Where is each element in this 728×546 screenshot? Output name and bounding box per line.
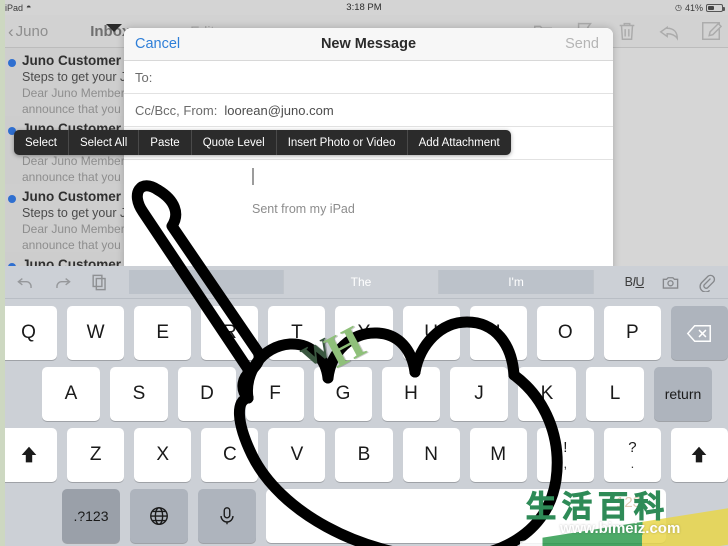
watermark-url: www.bimeiz.com [560, 520, 681, 537]
paperclip-icon[interactable] [697, 273, 716, 292]
keyboard-row-1: Q W E R T Y U I O P [0, 306, 728, 360]
menu-item-add-attachment[interactable]: Add Attachment [408, 130, 511, 155]
key-D[interactable]: D [178, 367, 236, 421]
key-V[interactable]: V [268, 428, 326, 482]
reply-icon[interactable] [658, 20, 680, 42]
key-question-label: ? [628, 439, 637, 456]
send-button[interactable]: Send [565, 36, 599, 52]
prediction-slot-3[interactable]: I'm [439, 270, 594, 294]
key-B[interactable]: B [335, 428, 393, 482]
compose-icon[interactable] [700, 20, 722, 42]
globe-icon[interactable] [130, 489, 188, 543]
shift-icon[interactable] [0, 428, 58, 482]
key-I[interactable]: I [469, 306, 527, 360]
key-period-label: . [630, 456, 635, 471]
status-bar: iPad ◓ 3:18 PM ◷ 41% [0, 0, 728, 15]
microphone-icon[interactable] [198, 489, 256, 543]
compose-title: New Message [320, 36, 417, 52]
keyboard-row-3: Z X C V B N M ! , ? . [0, 428, 728, 482]
predictive-text-bar: The I'm [129, 270, 594, 294]
key-comma-label: , [563, 456, 568, 471]
ccbcc-label: Cc/Bcc, From: [135, 102, 218, 118]
key-question-period[interactable]: ? . [603, 428, 661, 482]
return-key[interactable]: return [654, 367, 712, 421]
keyboard-row-2: A S D F G H J K L return [0, 367, 728, 421]
to-label: To: [135, 69, 153, 85]
key-T[interactable]: T [268, 306, 326, 360]
camera-icon[interactable] [661, 273, 680, 292]
menu-item-paste[interactable]: Paste [139, 130, 192, 155]
key-E[interactable]: E [134, 306, 192, 360]
key-exclamation-label: ! [563, 439, 568, 456]
key-G[interactable]: G [314, 367, 372, 421]
key-N[interactable]: N [402, 428, 460, 482]
key-X[interactable]: X [134, 428, 192, 482]
message-body-area[interactable]: Sent from my iPad [124, 160, 613, 260]
key-W[interactable]: W [67, 306, 125, 360]
key-C[interactable]: C [201, 428, 259, 482]
key-A[interactable]: A [42, 367, 100, 421]
text-selection-context-menu[interactable]: Select Select All Paste Quote Level Inse… [14, 130, 511, 155]
unread-indicator-dot [8, 195, 16, 203]
ipad-screen: iPad ◓ 3:18 PM ◷ 41% ‹ Juno Inbox Edit [0, 0, 728, 546]
key-S[interactable]: S [110, 367, 168, 421]
site-watermark: 123 生活百科 www.bimeiz.com [520, 480, 728, 546]
chevron-left-icon: ‹ [8, 21, 14, 41]
status-bar-right: ◷ 41% [675, 2, 725, 13]
context-menu-pointer-arrow [106, 24, 122, 32]
menu-item-quote-level[interactable]: Quote Level [192, 130, 277, 155]
key-Z[interactable]: Z [67, 428, 125, 482]
menu-item-select-all[interactable]: Select All [69, 130, 140, 155]
signature-text: Sent from my iPad [252, 202, 355, 216]
key-L[interactable]: L [586, 367, 644, 421]
key-O[interactable]: O [536, 306, 594, 360]
key-exclamation-comma[interactable]: ! , [536, 428, 594, 482]
keyboard-accessory-bar: The I'm BIU [0, 266, 728, 299]
backspace-icon[interactable] [670, 306, 728, 360]
screen-left-edge [0, 0, 5, 546]
from-address-value: loorean@juno.com [224, 102, 334, 118]
text-caret [252, 168, 254, 185]
battery-percent-label: 41% [684, 2, 703, 13]
status-bar-time: 3:18 PM [346, 2, 382, 13]
key-K[interactable]: K [518, 367, 576, 421]
key-Q[interactable]: Q [0, 306, 58, 360]
numeric-mode-key[interactable]: .?123 [62, 489, 120, 543]
clipboard-icon[interactable] [90, 273, 109, 292]
key-H[interactable]: H [382, 367, 440, 421]
trash-icon[interactable] [616, 20, 638, 42]
compose-header: Cancel New Message Send [124, 28, 613, 61]
accessory-left-icons [0, 273, 109, 292]
redo-icon[interactable] [53, 273, 72, 292]
shift-right-icon[interactable] [670, 428, 728, 482]
key-M[interactable]: M [469, 428, 527, 482]
key-Y[interactable]: Y [335, 306, 393, 360]
accessory-right-icons: BIU [625, 273, 716, 292]
format-biu-button[interactable]: BIU [625, 275, 645, 289]
battery-icon [706, 3, 725, 12]
prediction-slot-1[interactable] [129, 270, 284, 294]
back-to-juno-button[interactable]: ‹ Juno [8, 23, 48, 40]
to-field[interactable]: To: [124, 61, 613, 94]
key-P[interactable]: P [603, 306, 661, 360]
alarm-clock-icon: ◷ [675, 3, 682, 12]
unread-indicator-dot [8, 59, 16, 67]
key-J[interactable]: J [450, 367, 508, 421]
undo-icon[interactable] [16, 273, 35, 292]
key-F[interactable]: F [246, 367, 304, 421]
key-U[interactable]: U [402, 306, 460, 360]
back-button-label: Juno [15, 22, 49, 40]
prediction-slot-2[interactable]: The [284, 270, 439, 294]
menu-item-select[interactable]: Select [14, 130, 69, 155]
ccbcc-from-field[interactable]: Cc/Bcc, From: loorean@juno.com [124, 94, 613, 127]
key-R[interactable]: R [201, 306, 259, 360]
menu-item-insert-photo-or-video[interactable]: Insert Photo or Video [277, 130, 408, 155]
